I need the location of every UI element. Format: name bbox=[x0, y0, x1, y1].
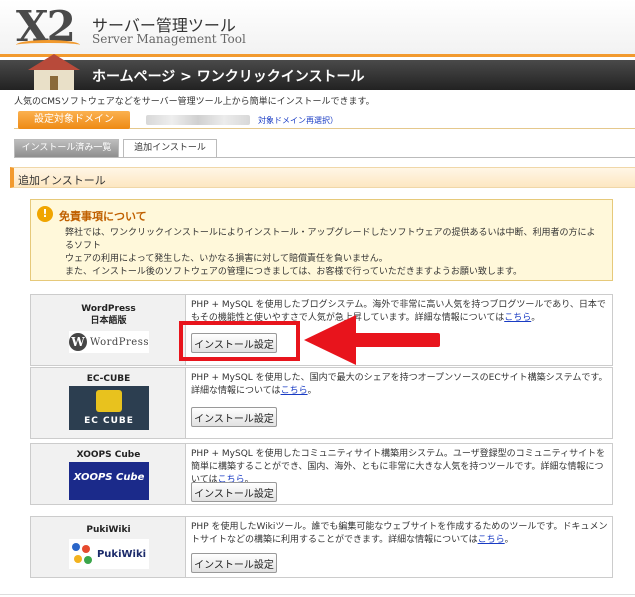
app-row-eccube: EC-CUBE EC CUBE PHP + MySQL を使用した、国内で最大の… bbox=[30, 367, 613, 439]
wordpress-w-icon: W bbox=[69, 333, 87, 351]
install-settings-button[interactable]: インストール設定 bbox=[191, 482, 277, 502]
wordpress-logo: W WordPress bbox=[69, 331, 149, 353]
app-description: PHP + MySQL を使用した、国内で最大のシェアを持つオープンソースのEC… bbox=[191, 372, 609, 398]
desc-text: PHP を使用したWikiツール。誰でも編集可能なウェブサイトを作成するためのツ… bbox=[191, 522, 608, 545]
details-link[interactable]: こちら bbox=[281, 386, 308, 396]
page-intro: 人気のCMSソフトウェアなどをサーバー管理ツール上から簡単にインストールできます… bbox=[14, 97, 375, 107]
xoops-logo: XOOPS Cube bbox=[69, 462, 149, 500]
app-description: PHP を使用したWikiツール。誰でも編集可能なウェブサイトを作成するためのツ… bbox=[191, 521, 609, 547]
logo-text: PukiWiki bbox=[96, 548, 147, 560]
page-title: ホームページ > ワンクリックインストール bbox=[92, 69, 365, 85]
tab-add-install[interactable]: 追加インストール bbox=[123, 139, 217, 157]
tab-divider bbox=[14, 157, 635, 158]
app-name: WordPress bbox=[81, 304, 136, 314]
desc-end: 。 bbox=[504, 535, 514, 545]
disclaimer-box: ! 免責事項について 弊社では、ワンクリックインストールによりインストール・アッ… bbox=[30, 199, 613, 281]
app-row-xoops: XOOPS Cube XOOPS Cube PHP + MySQL を使用したコ… bbox=[30, 443, 613, 505]
details-link[interactable]: こちら bbox=[478, 535, 505, 545]
logo-text: XOOPS Cube bbox=[73, 472, 145, 483]
desc-text: PHP + MySQL を使用したブログシステム。海外で非常に高い人気を持つブロ… bbox=[191, 300, 606, 323]
logo-swoosh-icon bbox=[16, 40, 80, 50]
page-title-bar: ホームページ > ワンクリックインストール bbox=[0, 54, 635, 90]
pukiwiki-logo: PukiWiki bbox=[69, 539, 149, 569]
domain-value-redacted bbox=[146, 115, 250, 125]
disclaimer-title: 免責事項について bbox=[59, 210, 147, 223]
logo-text: WordPress bbox=[90, 336, 149, 348]
install-settings-button[interactable]: インストール設定 bbox=[191, 407, 277, 427]
desc-end: 。 bbox=[307, 386, 317, 396]
tool-subtitle: Server Management Tool bbox=[92, 32, 246, 46]
disclaimer-line: 弊社では、ワンクリックインストールによりインストール・アップグレードしたソフトウ… bbox=[65, 228, 596, 251]
install-settings-button[interactable]: インストール設定 bbox=[191, 553, 277, 573]
eccube-logo: EC CUBE bbox=[69, 386, 149, 430]
desc-end: 。 bbox=[531, 313, 541, 323]
pukiwiki-dots-icon bbox=[71, 543, 94, 565]
disclaimer-body: 弊社では、ワンクリックインストールによりインストール・アップグレードしたソフトウ… bbox=[65, 227, 601, 279]
desc-text: PHP + MySQL を使用した、国内で最大のシェアを持つオープンソースのEC… bbox=[191, 373, 608, 396]
app-name: PukiWiki bbox=[86, 525, 131, 535]
section-header: 追加インストール bbox=[10, 167, 635, 188]
domain-reselect-link[interactable]: 対象ドメイン再選択） bbox=[258, 115, 338, 126]
logo-text: EC CUBE bbox=[84, 416, 134, 426]
tab-installed-list[interactable]: インストール済み一覧 bbox=[14, 139, 119, 157]
app-header: X2 サーバー管理ツール Server Management Tool bbox=[0, 0, 635, 57]
app-name: XOOPS Cube bbox=[76, 450, 141, 460]
domain-label: 設定対象ドメイン bbox=[18, 111, 130, 129]
app-name-sub: 日本語版 bbox=[90, 316, 127, 326]
domain-row: 設定対象ドメイン 対象ドメイン再選択） bbox=[14, 111, 635, 129]
app-row-pukiwiki: PukiWiki PukiWiki PHP を使用したWikiツール。誰でも編集… bbox=[30, 516, 613, 578]
x2-logo[interactable]: X2 bbox=[16, 2, 80, 54]
app-name: EC-CUBE bbox=[86, 374, 131, 384]
details-link[interactable]: こちら bbox=[504, 313, 531, 323]
section-title: 追加インストール bbox=[18, 174, 106, 187]
cube-icon bbox=[96, 390, 122, 412]
arrow-shaft bbox=[350, 333, 440, 347]
highlight-box bbox=[179, 321, 300, 361]
bottom-divider bbox=[0, 594, 635, 595]
disclaimer-line: また、インストール後のソフトウェアの管理につきましては、お客様で行っていただきま… bbox=[65, 267, 523, 277]
app-info-cell: XOOPS Cube XOOPS Cube bbox=[31, 444, 186, 504]
disclaimer-line: ウェアの利用によって発生した、いかなる損害に対して賠償責任を負いません。 bbox=[65, 254, 388, 264]
app-info-cell: PukiWiki PukiWiki bbox=[31, 517, 186, 577]
house-icon bbox=[24, 54, 82, 90]
arrow-left-icon bbox=[304, 315, 356, 365]
app-info-cell: EC-CUBE EC CUBE bbox=[31, 368, 186, 438]
warning-icon: ! bbox=[37, 206, 53, 222]
app-info-cell: WordPress 日本語版 W WordPress bbox=[31, 295, 186, 365]
